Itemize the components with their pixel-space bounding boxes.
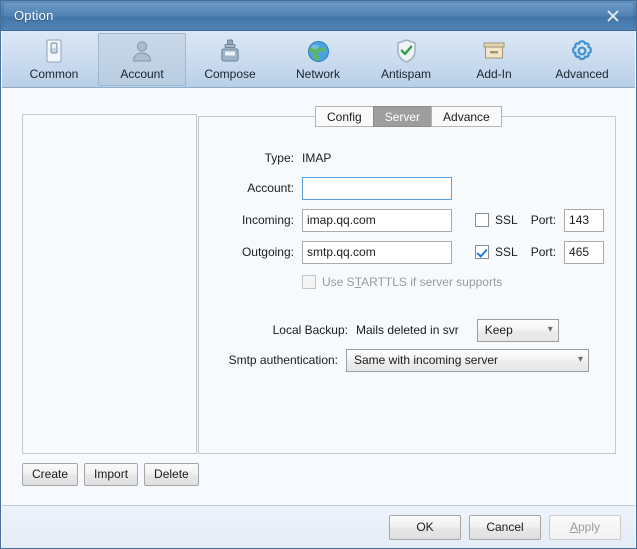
toolbar-item-compose[interactable]: Compose bbox=[186, 33, 274, 86]
antispam-icon bbox=[395, 37, 418, 65]
toolbar-item-label: Advanced bbox=[555, 67, 609, 81]
smtp-auth-label: Smtp authentication: bbox=[228, 353, 338, 367]
compose-icon bbox=[218, 37, 242, 65]
row-starttls: Use STARTTLS if server supports bbox=[302, 270, 602, 294]
import-button[interactable]: Import bbox=[84, 463, 139, 486]
type-value: IMAP bbox=[302, 151, 332, 165]
addin-icon bbox=[481, 37, 507, 65]
delete-button[interactable]: Delete bbox=[144, 463, 199, 486]
outgoing-port-label: Port: bbox=[530, 245, 557, 259]
row-account: Account: bbox=[198, 176, 468, 200]
row-outgoing: Outgoing: SSL Port: bbox=[198, 240, 610, 264]
network-icon bbox=[306, 37, 331, 65]
account-icon bbox=[129, 37, 155, 65]
incoming-ssl-checkbox[interactable] bbox=[475, 213, 489, 227]
chevron-down-icon: ▾ bbox=[577, 354, 583, 365]
toolbar-item-account[interactable]: Account bbox=[98, 33, 186, 86]
local-backup-select-value: Keep bbox=[484, 323, 513, 337]
toolbar-item-label: Account bbox=[120, 67, 164, 81]
row-incoming: Incoming: SSL Port: bbox=[198, 208, 610, 232]
local-backup-label: Local Backup: bbox=[272, 323, 348, 337]
title-bar-gradient bbox=[4, 3, 633, 30]
row-local-backup: Local Backup: Mails deleted in svr Keep … bbox=[198, 318, 598, 342]
toolbar-item-label: Antispam bbox=[380, 67, 432, 81]
advanced-icon bbox=[569, 37, 595, 65]
starttls-label-post: ARTTLS if server supports bbox=[361, 275, 503, 289]
tab-strip: Config Server Advance bbox=[315, 106, 502, 127]
local-backup-text: Mails deleted in svr bbox=[356, 323, 459, 337]
apply-label-accel: A bbox=[569, 520, 578, 534]
window-title: Option bbox=[14, 8, 54, 23]
outgoing-port-input[interactable] bbox=[564, 240, 605, 264]
toolbar-item-addin[interactable]: Add-In bbox=[450, 33, 538, 86]
close-icon[interactable] bbox=[596, 5, 630, 27]
chevron-down-icon: ▾ bbox=[547, 324, 553, 335]
toolbar-item-advanced[interactable]: Advanced bbox=[538, 33, 626, 86]
account-list-buttons: Create Import Delete bbox=[22, 463, 199, 486]
row-type: Type: IMAP bbox=[198, 146, 498, 170]
title-bar: Option bbox=[1, 1, 636, 31]
tab-config[interactable]: Config bbox=[315, 106, 373, 127]
toolbar-item-antispam[interactable]: Antispam bbox=[362, 33, 450, 86]
dialog-body: Create Import Delete Config Server Advan… bbox=[2, 88, 635, 505]
starttls-label: Use STARTTLS if server supports bbox=[322, 275, 502, 289]
starttls-checkbox bbox=[302, 275, 316, 289]
toolbar-item-label: Compose bbox=[204, 67, 256, 81]
toolbar-item-label: Common bbox=[29, 67, 79, 81]
smtp-auth-select-value: Same with incoming server bbox=[354, 353, 499, 367]
apply-button: Apply bbox=[549, 515, 621, 540]
ok-button[interactable]: OK bbox=[389, 515, 461, 540]
create-button[interactable]: Create bbox=[22, 463, 79, 486]
row-smtp-auth: Smtp authentication: Same with incoming … bbox=[198, 348, 598, 372]
incoming-label: Incoming: bbox=[241, 213, 294, 227]
account-list[interactable] bbox=[22, 114, 197, 454]
tab-server[interactable]: Server bbox=[372, 106, 432, 127]
incoming-port-input[interactable] bbox=[564, 208, 605, 232]
outgoing-server-input[interactable] bbox=[302, 240, 452, 264]
cancel-button[interactable]: Cancel bbox=[469, 515, 541, 540]
type-label: Type: bbox=[264, 151, 294, 165]
incoming-server-input[interactable] bbox=[302, 208, 452, 232]
toolbar-item-label: Add-In bbox=[476, 67, 512, 81]
option-dialog: Option Common Account Compose Network An… bbox=[0, 0, 637, 549]
apply-label-post: pply bbox=[578, 520, 601, 534]
starttls-label-pre: Use S bbox=[322, 275, 355, 289]
smtp-auth-select[interactable]: Same with incoming server ▾ bbox=[346, 348, 589, 372]
common-icon bbox=[42, 37, 66, 65]
outgoing-label: Outgoing: bbox=[241, 245, 294, 259]
tab-advance[interactable]: Advance bbox=[431, 106, 502, 127]
incoming-ssl-label: SSL bbox=[495, 213, 518, 227]
local-backup-select[interactable]: Keep ▾ bbox=[476, 318, 559, 342]
footer-buttons: OK Cancel Apply bbox=[389, 515, 621, 540]
toolbar: Common Account Compose Network Antispam … bbox=[2, 31, 635, 88]
account-input[interactable] bbox=[302, 176, 452, 200]
outgoing-ssl-label: SSL bbox=[495, 245, 518, 259]
toolbar-item-common[interactable]: Common bbox=[10, 33, 98, 86]
dialog-footer: OK Cancel Apply bbox=[2, 505, 635, 548]
toolbar-item-label: Network bbox=[295, 67, 340, 81]
toolbar-item-network[interactable]: Network bbox=[274, 33, 362, 86]
account-label: Account: bbox=[247, 181, 294, 195]
outgoing-ssl-checkbox[interactable] bbox=[475, 245, 489, 259]
server-settings-form: Type: IMAP Account: Incoming: SSL Port: … bbox=[198, 116, 616, 454]
incoming-port-label: Port: bbox=[530, 213, 557, 227]
